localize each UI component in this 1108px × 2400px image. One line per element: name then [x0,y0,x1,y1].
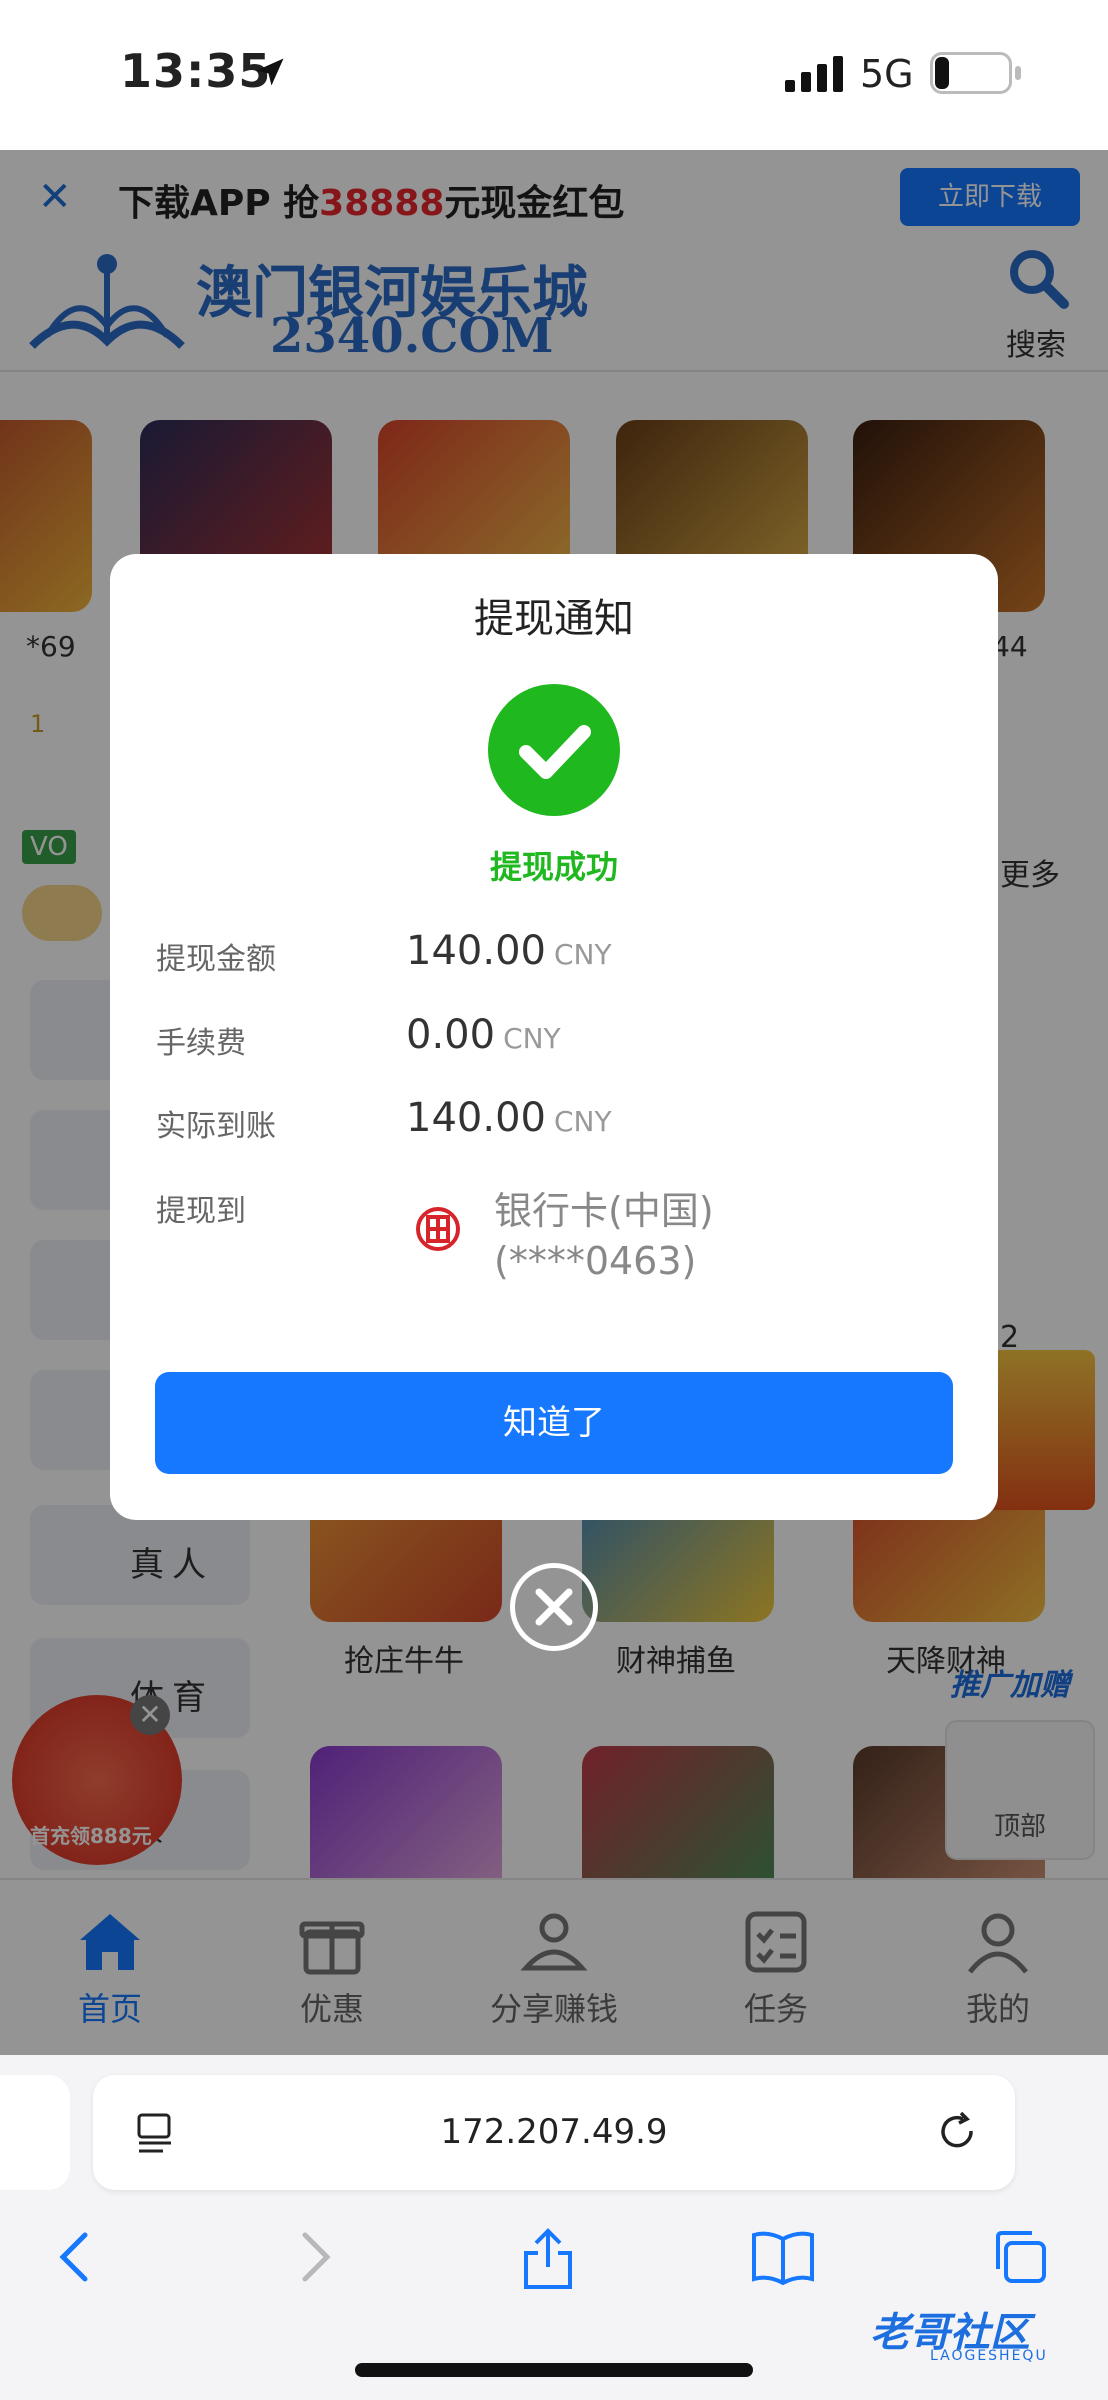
amount-label: 提现金额 [156,942,276,977]
received-label: 实际到账 [156,1109,276,1144]
bookmarks-icon[interactable] [750,2227,816,2291]
network-type: 5G [860,52,914,96]
bank-account-masked: (****0463) [494,1239,697,1283]
success-check-icon [488,684,620,816]
withdraw-notice-dialog: 提现通知 提现成功 提现金额 140.00 CNY 手续费 0.00 CNY 实际到… [110,554,998,1520]
back-icon[interactable] [55,2227,95,2291]
bank-logo-icon [414,1205,462,1253]
bank-account: 银行卡(中国) (****0463) [494,1186,714,1286]
watermark-sub: LAOGESHEQU [930,2348,1048,2364]
share-icon[interactable] [520,2227,576,2295]
amount-value: 140.00 CNY [406,928,612,974]
status-time: 13:35 [120,44,272,98]
location-arrow-icon [252,54,288,94]
tabs-icon[interactable] [990,2227,1050,2291]
received-value: 140.00 CNY [406,1095,612,1141]
home-indicator[interactable] [355,2363,753,2377]
fee-label: 手续费 [156,1026,246,1061]
reload-icon[interactable] [935,2109,981,2159]
bank-name-line: 银行卡(中国) [494,1189,714,1233]
address-bar[interactable]: 172.207.49.9 [93,2075,1015,2190]
destination-label: 提现到 [156,1194,246,1229]
dialog-close-icon[interactable] [510,1563,598,1651]
battery-cap [1015,66,1021,80]
withdraw-status: 提现成功 [489,848,618,886]
signal-icon [785,56,845,96]
battery-icon: 25 [930,52,1012,94]
url-text[interactable]: 172.207.49.9 [93,2075,1015,2190]
dialog-title: 提现通知 [474,596,634,642]
status-bar: 13:35 5G 25 [0,0,1108,150]
forward-icon[interactable] [295,2227,335,2291]
previous-tab-preview[interactable] [0,2075,70,2190]
fee-value: 0.00 CNY [406,1012,561,1058]
got-it-button[interactable]: 知道了 [155,1372,953,1474]
battery-level: 25 [956,55,998,90]
